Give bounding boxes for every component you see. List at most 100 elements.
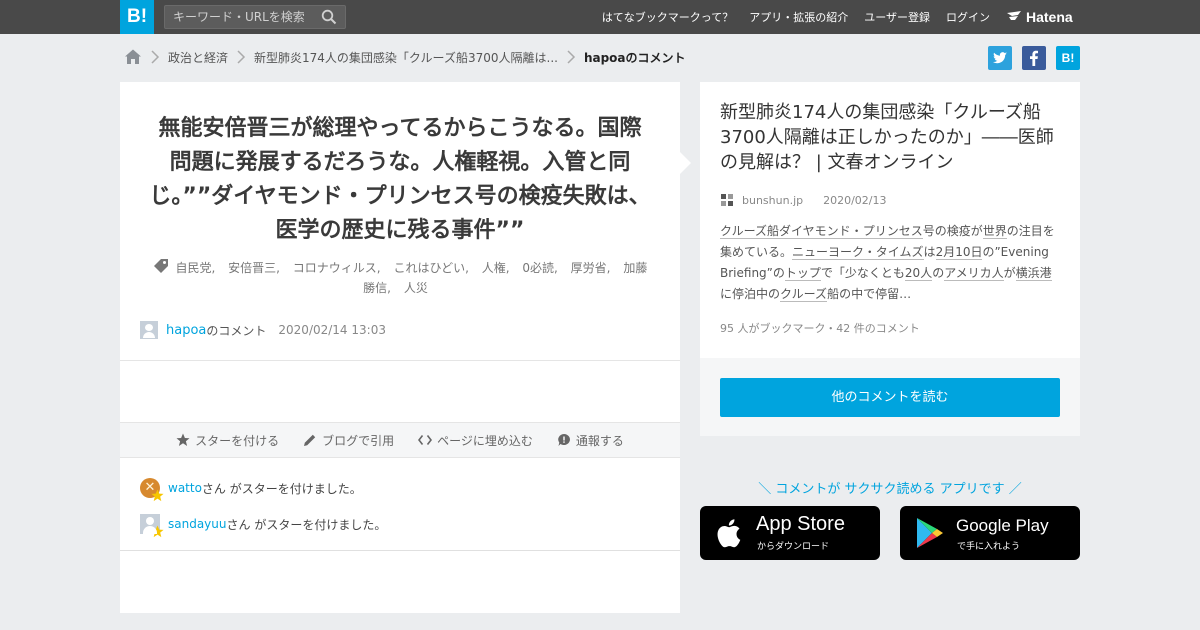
star-entry: sandayuu さん がスターを付けました。 — [140, 512, 387, 538]
chevron-right-icon — [237, 50, 246, 64]
tag[interactable]: 人権, — [482, 261, 510, 275]
comment-actions: スターを付ける ブログで引用 ページに埋め込む 通報する — [120, 422, 680, 458]
tag[interactable]: 安倍晋三, — [228, 261, 280, 275]
keyword-link[interactable]: 世界 — [982, 224, 1007, 239]
breadcrumb-current: hapoaのコメント — [583, 50, 686, 65]
share-hatena-button[interactable]: B! — [1056, 46, 1080, 70]
embed-label: ページに埋め込む — [437, 433, 533, 448]
tag-list: 自民党, 安倍晋三, コロナウィルス, これはひどい, 人権, 0必読, 厚労省… — [148, 258, 652, 298]
star-icon — [151, 525, 164, 538]
search-icon[interactable] — [321, 9, 337, 25]
breadcrumb-entry[interactable]: 新型肺炎174人の集団感染「クルーズ船3700人隔離は... — [254, 49, 558, 66]
comment-text: 無能安倍晋三が総理やってるからこうなる。国際問題に発展するだろうな。人権軽視。入… — [149, 116, 651, 243]
read-other-comments-button[interactable]: 他のコメントを読む — [720, 378, 1060, 417]
tag[interactable]: 自民党, — [175, 261, 215, 275]
summary-text: で「少なくとも — [820, 266, 905, 280]
summary-text: 号の検疫が — [922, 224, 983, 238]
blog-quote-button[interactable]: ブログで引用 — [303, 432, 394, 449]
twitter-bird-icon — [993, 52, 1007, 64]
summary-text: が — [1003, 266, 1016, 280]
hatena-bookmark-logo[interactable]: B! — [120, 0, 154, 34]
breadcrumb-category[interactable]: 政治と経済 — [168, 49, 228, 66]
tag[interactable]: これはひどい, — [393, 261, 468, 275]
avatar[interactable] — [140, 321, 158, 339]
blog-quote-label: ブログで引用 — [322, 433, 395, 448]
keyword-link[interactable]: トップ — [784, 266, 821, 281]
summary-text: に停泊中の — [720, 287, 781, 301]
keyword-link[interactable]: ダイヤモンド・プリンセス — [779, 224, 923, 239]
app-promo-text: ＼ コメントが サクサク読める アプリです ／ — [758, 482, 1022, 497]
star-entry: watto さん がスターを付けました。 — [140, 476, 362, 502]
speech-pointer — [680, 152, 691, 174]
chevron-right-icon — [567, 50, 576, 64]
code-icon — [418, 435, 433, 445]
comment-author-name[interactable]: hapoa — [166, 323, 206, 338]
google-play-sub: で手に入れよう — [957, 542, 1021, 552]
add-star-button[interactable]: スターを付ける — [176, 432, 279, 449]
tag[interactable]: コロナウィルス, — [293, 261, 381, 275]
keyword-link[interactable]: クルーズ — [780, 287, 828, 302]
site-favicon-icon — [721, 194, 733, 206]
avatar[interactable] — [140, 514, 164, 538]
comment-author-suffix: のコメント — [206, 323, 267, 338]
star-icon — [151, 489, 164, 502]
star-message: さん がスターを付けました。 — [226, 517, 387, 532]
comment-author-row: hapoa のコメント 2020/02/14 13:03 — [140, 320, 386, 340]
tag[interactable]: 人災 — [404, 281, 428, 295]
nav-register[interactable]: ユーザー登録 — [864, 9, 930, 25]
keyword-link[interactable]: 20人 — [904, 266, 933, 281]
tag[interactable]: 厚労省, — [571, 261, 611, 275]
keyword-link[interactable]: 2月10日 — [935, 245, 983, 260]
star-message: さん がスターを付けました。 — [201, 481, 362, 496]
share-facebook-button[interactable] — [1022, 46, 1046, 70]
report-icon — [558, 434, 570, 446]
top-bar: B! はてなブックマークって？ アプリ・拡張の紹介 ユーザー登録 ログイン Ha… — [0, 0, 1200, 34]
hatena-brand[interactable]: Hatena — [1006, 0, 1073, 34]
report-label: 通報する — [575, 433, 624, 448]
entry-card-footer: 他のコメントを読む — [700, 358, 1080, 436]
entry-date: 2020/02/13 — [823, 193, 887, 207]
star-icon — [176, 433, 190, 446]
entry-counts[interactable]: 95 人がブックマーク・42 件のコメント — [720, 320, 920, 336]
divider — [120, 550, 680, 551]
embed-button[interactable]: ページに埋め込む — [418, 432, 533, 449]
google-play-label: Google Play — [956, 516, 1049, 535]
app-store-button[interactable]: App Store からダウンロード — [700, 506, 880, 560]
google-play-button[interactable]: Google Play で手に入れよう — [900, 506, 1080, 560]
facebook-icon — [1030, 50, 1038, 66]
tag-icon — [153, 259, 168, 273]
divider — [120, 360, 680, 361]
keyword-link[interactable]: ニューヨーク・タイムズ — [792, 245, 924, 260]
search-input[interactable] — [165, 6, 315, 28]
keyword-link[interactable]: 横浜港 — [1015, 266, 1052, 281]
star-user-name[interactable]: sandayuu — [168, 517, 227, 531]
keyword-link[interactable]: アメリカ人 — [944, 266, 1004, 281]
top-nav: はてなブックマークって？ アプリ・拡張の紹介 ユーザー登録 ログイン — [602, 0, 990, 34]
app-store-label: App Store — [756, 513, 845, 535]
add-star-label: スターを付ける — [195, 433, 280, 448]
report-button[interactable]: 通報する — [557, 432, 624, 449]
nav-login[interactable]: ログイン — [946, 9, 990, 25]
share-twitter-button[interactable] — [988, 46, 1012, 70]
comment-card: 無能安倍晋三が総理やってるからこうなる。国際問題に発展するだろうな。人権軽視。入… — [120, 82, 680, 613]
home-icon[interactable] — [124, 48, 142, 66]
nav-apps[interactable]: アプリ・拡張の紹介 — [749, 9, 848, 25]
keyword-link[interactable]: クルーズ船 — [720, 224, 780, 239]
summary-text: は — [923, 245, 936, 259]
search-box — [164, 5, 346, 29]
avatar[interactable] — [140, 478, 164, 502]
chevron-right-icon — [151, 50, 160, 64]
app-store-sub: からダウンロード — [757, 542, 830, 552]
entry-domain[interactable]: bunshun.jp — [742, 194, 803, 207]
entry-title[interactable]: 新型肺炎174人の集団感染「クルーズ船3700人隔離は正しかったのか」――医師の… — [720, 100, 1065, 175]
entry-card: 新型肺炎174人の集団感染「クルーズ船3700人隔離は正しかったのか」――医師の… — [700, 82, 1080, 358]
google-play-icon — [917, 518, 943, 548]
nav-about[interactable]: はてなブックマークって？ — [602, 9, 733, 25]
comment-date[interactable]: 2020/02/14 13:03 — [278, 323, 386, 337]
entry-meta: bunshun.jp 2020/02/13 — [720, 192, 887, 208]
entry-summary: クルーズ船ダイヤモンド・プリンセス号の検疫が世界の注目を集めている。ニューヨーク… — [720, 221, 1062, 305]
tag[interactable]: 0必読, — [522, 261, 557, 275]
hatena-brand-label: Hatena — [1026, 9, 1073, 25]
apple-icon — [717, 519, 741, 548]
star-user-name[interactable]: watto — [168, 481, 202, 495]
